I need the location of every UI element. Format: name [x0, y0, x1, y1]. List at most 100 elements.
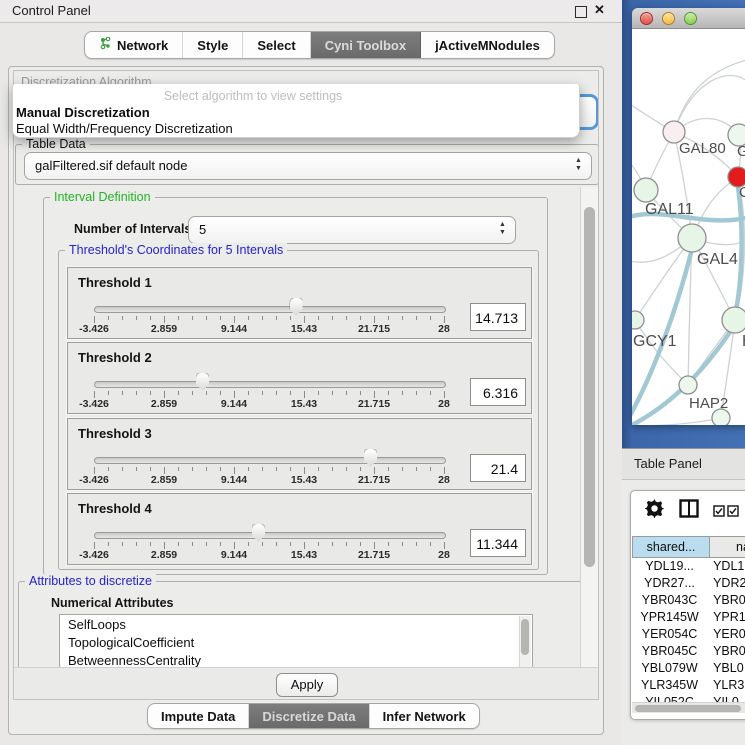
- float-window-icon[interactable]: [575, 6, 587, 18]
- slider-tick: [150, 316, 151, 320]
- network-node[interactable]: [632, 311, 644, 329]
- interval-definition-title: Interval Definition: [50, 190, 155, 204]
- network-canvas[interactable]: GAL80GACGAL11GAL4GCY1HHAP2: [632, 29, 745, 425]
- slider-tick: [220, 316, 221, 320]
- columns-icon[interactable]: [679, 499, 699, 523]
- network-edge[interactable]: [635, 320, 688, 385]
- table-row[interactable]: YLR345WYLR3: [632, 677, 745, 694]
- slider-thumb[interactable]: [290, 298, 303, 316]
- network-node-label: GAL80: [679, 140, 726, 157]
- network-node[interactable]: [678, 224, 706, 252]
- slider-tick: [430, 391, 431, 395]
- network-edge[interactable]: [674, 59, 745, 132]
- threshold-value-field[interactable]: 21.4: [470, 454, 526, 482]
- spinner-arrows-icon[interactable]: ▲▼: [498, 221, 507, 239]
- table-horizontal-scrollbar[interactable]: [632, 702, 745, 713]
- tab-jactivemnodules[interactable]: jActiveMNodules: [421, 32, 554, 58]
- apply-row: Apply: [14, 667, 598, 700]
- algorithm-option[interactable]: Equal Width/Frequency Discretization: [15, 121, 576, 136]
- algorithm-option[interactable]: Manual Discretization: [15, 105, 576, 120]
- table-panel-title: Table Panel: [634, 456, 702, 471]
- table-row[interactable]: YER054CYER0: [632, 626, 745, 643]
- slider-tick: [346, 542, 347, 546]
- numerical-attributes-list[interactable]: SelfLoopsTopologicalCoefficientBetweenne…: [59, 614, 533, 667]
- threshold-slider[interactable]: [94, 381, 446, 388]
- number-of-intervals-combo[interactable]: 5 ▲▼: [188, 216, 516, 244]
- checkbox-icon[interactable]: [727, 504, 739, 522]
- list-scrollbar-thumb[interactable]: [521, 619, 529, 655]
- slider-thumb[interactable]: [252, 524, 265, 542]
- network-node[interactable]: [679, 376, 697, 394]
- attribute-item[interactable]: SelfLoops: [60, 615, 532, 633]
- gear-icon[interactable]: [645, 499, 664, 523]
- list-scrollbar[interactable]: [519, 616, 531, 667]
- threshold-value-field[interactable]: 11.344: [470, 529, 526, 557]
- number-of-intervals-value: 5: [199, 222, 206, 237]
- network-node[interactable]: [634, 178, 658, 202]
- table-row[interactable]: YDL19...YDL1: [632, 558, 745, 575]
- threshold-value-field[interactable]: 14.713: [470, 303, 526, 331]
- attribute-item[interactable]: TopologicalCoefficient: [60, 633, 532, 651]
- slider-tick: [374, 316, 375, 323]
- slider-tick: [444, 542, 445, 549]
- table-data-combo-value: galFiltered.sif default node: [35, 158, 187, 173]
- network-window-titlebar[interactable]: [632, 8, 745, 29]
- slider-tick: [108, 391, 109, 395]
- close-traffic-light-icon[interactable]: [640, 12, 653, 25]
- tab-style[interactable]: Style: [183, 32, 243, 58]
- table-row[interactable]: YPR145WYPR1: [632, 609, 745, 626]
- tab-cyni-toolbox[interactable]: Cyni Toolbox: [311, 32, 421, 58]
- panel-scrollbar[interactable]: [580, 187, 599, 667]
- apply-button[interactable]: Apply: [276, 673, 338, 697]
- threshold-value-field[interactable]: 6.316: [470, 378, 526, 406]
- tab-infer-network[interactable]: Infer Network: [370, 704, 479, 728]
- control-panel: Control Panel ✕ NetworkStyleSelectCyni T…: [0, 0, 622, 745]
- slider-tick: [94, 391, 95, 398]
- close-icon[interactable]: ✕: [594, 2, 605, 18]
- tab-impute-data[interactable]: Impute Data: [148, 704, 249, 728]
- spinner-arrows-icon[interactable]: ▲▼: [574, 157, 583, 175]
- slider-tick-label: 2.859: [151, 398, 177, 410]
- column-header[interactable]: na: [710, 536, 745, 558]
- table-scrollbar-thumb[interactable]: [635, 705, 741, 712]
- slider-tick: [318, 467, 319, 471]
- slider-thumb[interactable]: [196, 373, 209, 391]
- slider-tick: [360, 391, 361, 395]
- slider-tick: [276, 316, 277, 320]
- slider-tick: [346, 391, 347, 395]
- slider-tick-label: 28: [438, 474, 450, 486]
- threshold-slider[interactable]: [94, 532, 446, 539]
- slider-tick: [304, 391, 305, 398]
- table-row[interactable]: YBL079WYBL0: [632, 660, 745, 677]
- slider-thumb[interactable]: [364, 449, 377, 467]
- slider-tick: [318, 542, 319, 546]
- zoom-traffic-light-icon[interactable]: [684, 12, 697, 25]
- checkbox-icon[interactable]: [713, 504, 725, 522]
- network-node[interactable]: [722, 307, 745, 333]
- slider-tick-label: 9.144: [221, 398, 247, 410]
- slider-tick: [318, 391, 319, 395]
- table-cell: YBR045C: [632, 643, 707, 660]
- attribute-item[interactable]: BetweennessCentrality: [60, 651, 532, 667]
- minimize-traffic-light-icon[interactable]: [662, 12, 675, 25]
- slider-tick: [262, 542, 263, 546]
- network-edge-thick[interactable]: [736, 187, 742, 310]
- tab-network[interactable]: Network: [85, 32, 183, 58]
- table-row[interactable]: YBR045CYBR0: [632, 643, 745, 660]
- slider-tick: [164, 542, 165, 549]
- slider-tick: [234, 316, 235, 323]
- threshold-slider[interactable]: [94, 306, 446, 313]
- table-row[interactable]: YDR27...YDR2: [632, 575, 745, 592]
- column-header[interactable]: shared...: [632, 536, 710, 558]
- attributes-title: Attributes to discretize: [25, 574, 156, 588]
- tab-discretize-data[interactable]: Discretize Data: [249, 704, 369, 728]
- network-graph[interactable]: GAL80GACGAL11GAL4GCY1HHAP2: [632, 29, 745, 425]
- slider-tick: [402, 467, 403, 471]
- tab-select[interactable]: Select: [243, 32, 310, 58]
- control-panel-titlebar: Control Panel ✕: [0, 0, 622, 23]
- table-row[interactable]: YBR043CYBR0: [632, 592, 745, 609]
- threshold-slider[interactable]: [94, 457, 446, 464]
- panel-scrollbar-thumb[interactable]: [584, 207, 595, 567]
- network-edge[interactable]: [674, 75, 745, 132]
- table-data-combo[interactable]: galFiltered.sif default node ▲▼: [24, 152, 592, 180]
